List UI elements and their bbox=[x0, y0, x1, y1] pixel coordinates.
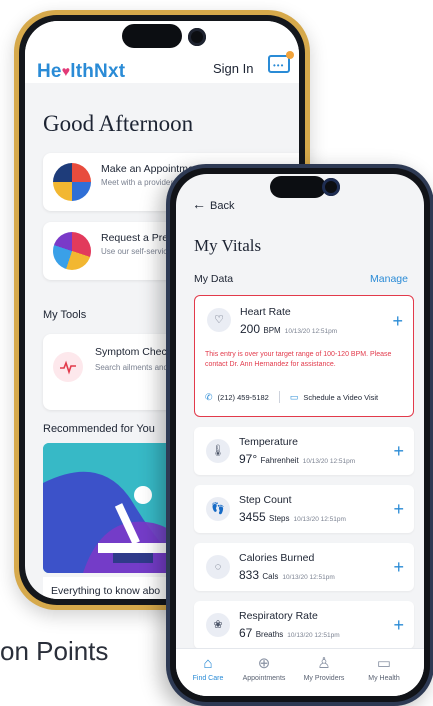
recommended-heading: Recommended for You bbox=[43, 423, 155, 435]
vital-value: 67 Breaths 10/13/20 12:51pm bbox=[239, 626, 340, 640]
calendar-plus-icon: ⊕ bbox=[257, 655, 271, 672]
greeting-title: Good Afternoon bbox=[43, 111, 194, 136]
vital-name: Temperature bbox=[239, 436, 298, 448]
tab-find-care[interactable]: ⌂ Find Care bbox=[180, 655, 236, 682]
bottom-tab-bar: ⌂ Find Care ⊕ Appointments ♙ My Provider… bbox=[176, 648, 424, 696]
front-phone-frame: ← Back My Vitals My Data Manage ♡ Heart R… bbox=[166, 164, 433, 706]
vital-name: Calories Burned bbox=[239, 552, 315, 564]
tab-appointments[interactable]: ⊕ Appointments bbox=[236, 655, 292, 682]
tab-my-health[interactable]: ▭ My Health bbox=[356, 655, 412, 682]
footprints-icon: 👣 bbox=[206, 497, 230, 521]
vital-name: Heart Rate bbox=[240, 306, 291, 318]
back-label: Back bbox=[210, 200, 235, 212]
back-button[interactable]: ← Back bbox=[192, 196, 234, 212]
vital-value: 3455 Steps 10/13/20 12:51pm bbox=[239, 510, 346, 524]
vital-value: 97° Fahrenheit 10/13/20 12:51pm bbox=[239, 452, 356, 466]
heart-rate-card[interactable]: ♡ Heart Rate 200 BPM 10/13/20 12:51pm + T… bbox=[194, 295, 414, 417]
front-phone-screen: ← Back My Vitals My Data Manage ♡ Heart R… bbox=[176, 174, 424, 696]
front-phone-camera bbox=[322, 178, 340, 196]
sign-in-link[interactable]: Sign In bbox=[213, 61, 253, 76]
warning-message: This entry is over your target range of … bbox=[205, 351, 392, 368]
back-phone-notch bbox=[122, 24, 182, 48]
tab-label: Find Care bbox=[192, 675, 224, 682]
respiratory-rate-card[interactable]: ❀ Respiratory Rate 67 Breaths 10/13/20 12… bbox=[194, 601, 414, 649]
tab-label: My Providers bbox=[303, 675, 345, 682]
my-data-label: My Data bbox=[194, 273, 234, 285]
clipboard-icon: ▭ bbox=[376, 655, 392, 672]
prescription-illustration bbox=[53, 232, 91, 270]
my-tools-heading: My Tools bbox=[43, 309, 87, 321]
flame-icon: ◌ bbox=[206, 555, 230, 579]
add-respiratory-rate-button[interactable]: + bbox=[393, 616, 404, 634]
appointment-illustration bbox=[53, 163, 91, 201]
thermometer-icon: 🌡 bbox=[206, 439, 230, 463]
manage-link[interactable]: Manage bbox=[370, 273, 408, 285]
step-count-card[interactable]: 👣 Step Count 3455 Steps 10/13/20 12:51pm … bbox=[194, 485, 414, 533]
arrow-left-icon: ← bbox=[192, 196, 206, 212]
back-phone-camera bbox=[188, 28, 206, 46]
divider bbox=[278, 391, 280, 403]
vital-name: Step Count bbox=[239, 494, 292, 506]
home-icon: ⌂ bbox=[203, 655, 213, 672]
heart-rate-actions: ✆ (212) 459-5182 ▭ Schedule a Video Visi… bbox=[205, 391, 378, 403]
tab-label: My Health bbox=[368, 675, 400, 682]
chat-icon[interactable]: ••• bbox=[268, 51, 294, 73]
heart-monitor-icon: ♡ bbox=[207, 308, 231, 332]
heartbeat-icon bbox=[53, 352, 83, 382]
background-partial-text: on Points bbox=[0, 636, 109, 666]
vital-value: 200 BPM 10/13/20 12:51pm bbox=[240, 322, 338, 336]
phone-icon: ✆ bbox=[205, 391, 213, 402]
tab-my-providers[interactable]: ♙ My Providers bbox=[296, 655, 352, 682]
vital-name: Respiratory Rate bbox=[239, 610, 318, 622]
app-logo[interactable]: He♥lthNxt bbox=[37, 61, 125, 83]
people-icon: ♙ bbox=[317, 655, 331, 672]
phone-number-link[interactable]: (212) 459-5182 bbox=[218, 393, 269, 402]
tab-label: Appointments bbox=[242, 675, 286, 682]
calories-burned-card[interactable]: ◌ Calories Burned 833 Cals 10/13/20 12:51… bbox=[194, 543, 414, 591]
page-title: My Vitals bbox=[194, 236, 262, 255]
schedule-video-visit-link[interactable]: Schedule a Video Visit bbox=[303, 393, 378, 402]
vital-value: 833 Cals 10/13/20 12:51pm bbox=[239, 568, 335, 582]
add-heart-rate-button[interactable]: + bbox=[392, 312, 403, 330]
add-calories-button[interactable]: + bbox=[393, 558, 404, 576]
temperature-card[interactable]: 🌡 Temperature 97° Fahrenheit 10/13/20 12:… bbox=[194, 427, 414, 475]
lungs-icon: ❀ bbox=[206, 613, 230, 637]
add-step-count-button[interactable]: + bbox=[393, 500, 404, 518]
front-phone-notch bbox=[270, 176, 326, 198]
video-camera-icon: ▭ bbox=[289, 391, 299, 402]
add-temperature-button[interactable]: + bbox=[393, 442, 404, 460]
